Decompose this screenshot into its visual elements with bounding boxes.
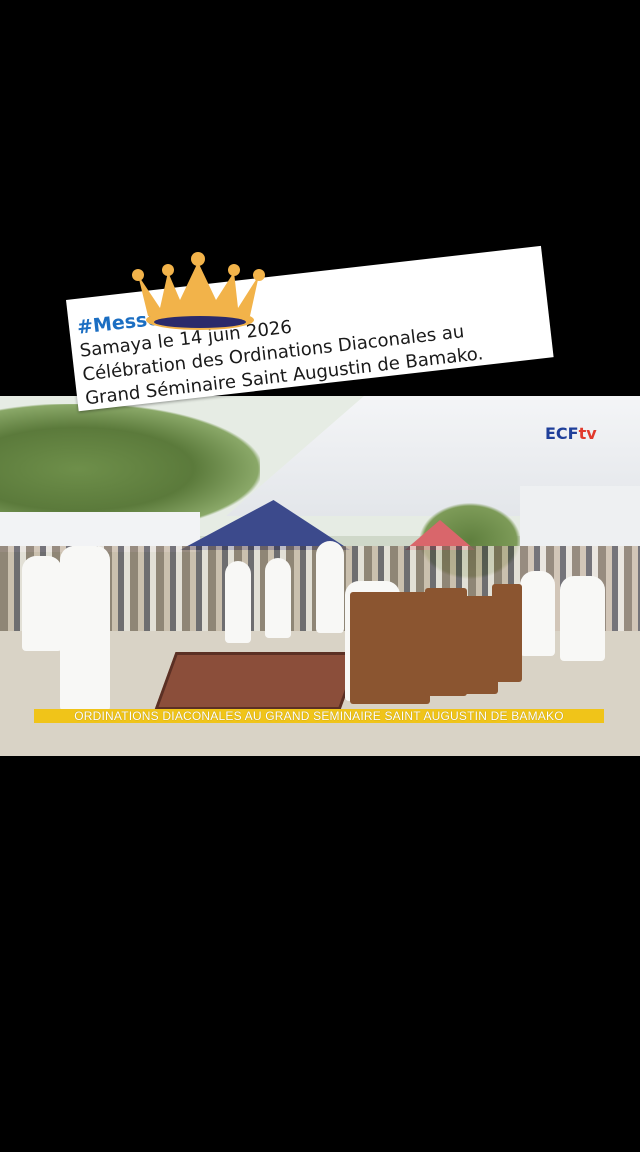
chair <box>492 584 522 682</box>
logo-text: ECF <box>545 424 579 443</box>
person-figure <box>60 546 110 711</box>
channel-logo: ECFtv <box>545 424 597 443</box>
person-figure <box>265 558 291 638</box>
rug <box>154 652 362 710</box>
person-figure <box>316 541 344 633</box>
news-ticker: ORDINATIONS DIACONALES AU GRAND SEMINAIR… <box>34 709 604 723</box>
person-figure <box>225 561 251 643</box>
person-figure <box>560 576 605 661</box>
person-figure <box>22 556 62 651</box>
chair <box>425 588 467 696</box>
crown-icon[interactable] <box>130 250 266 336</box>
logo-tv: tv <box>578 424 597 443</box>
person-figure <box>520 571 555 656</box>
chair <box>350 592 430 704</box>
video-frame[interactable]: ECFtv ORDINATIONS DIACONALES AU GRAND SE… <box>0 396 640 756</box>
